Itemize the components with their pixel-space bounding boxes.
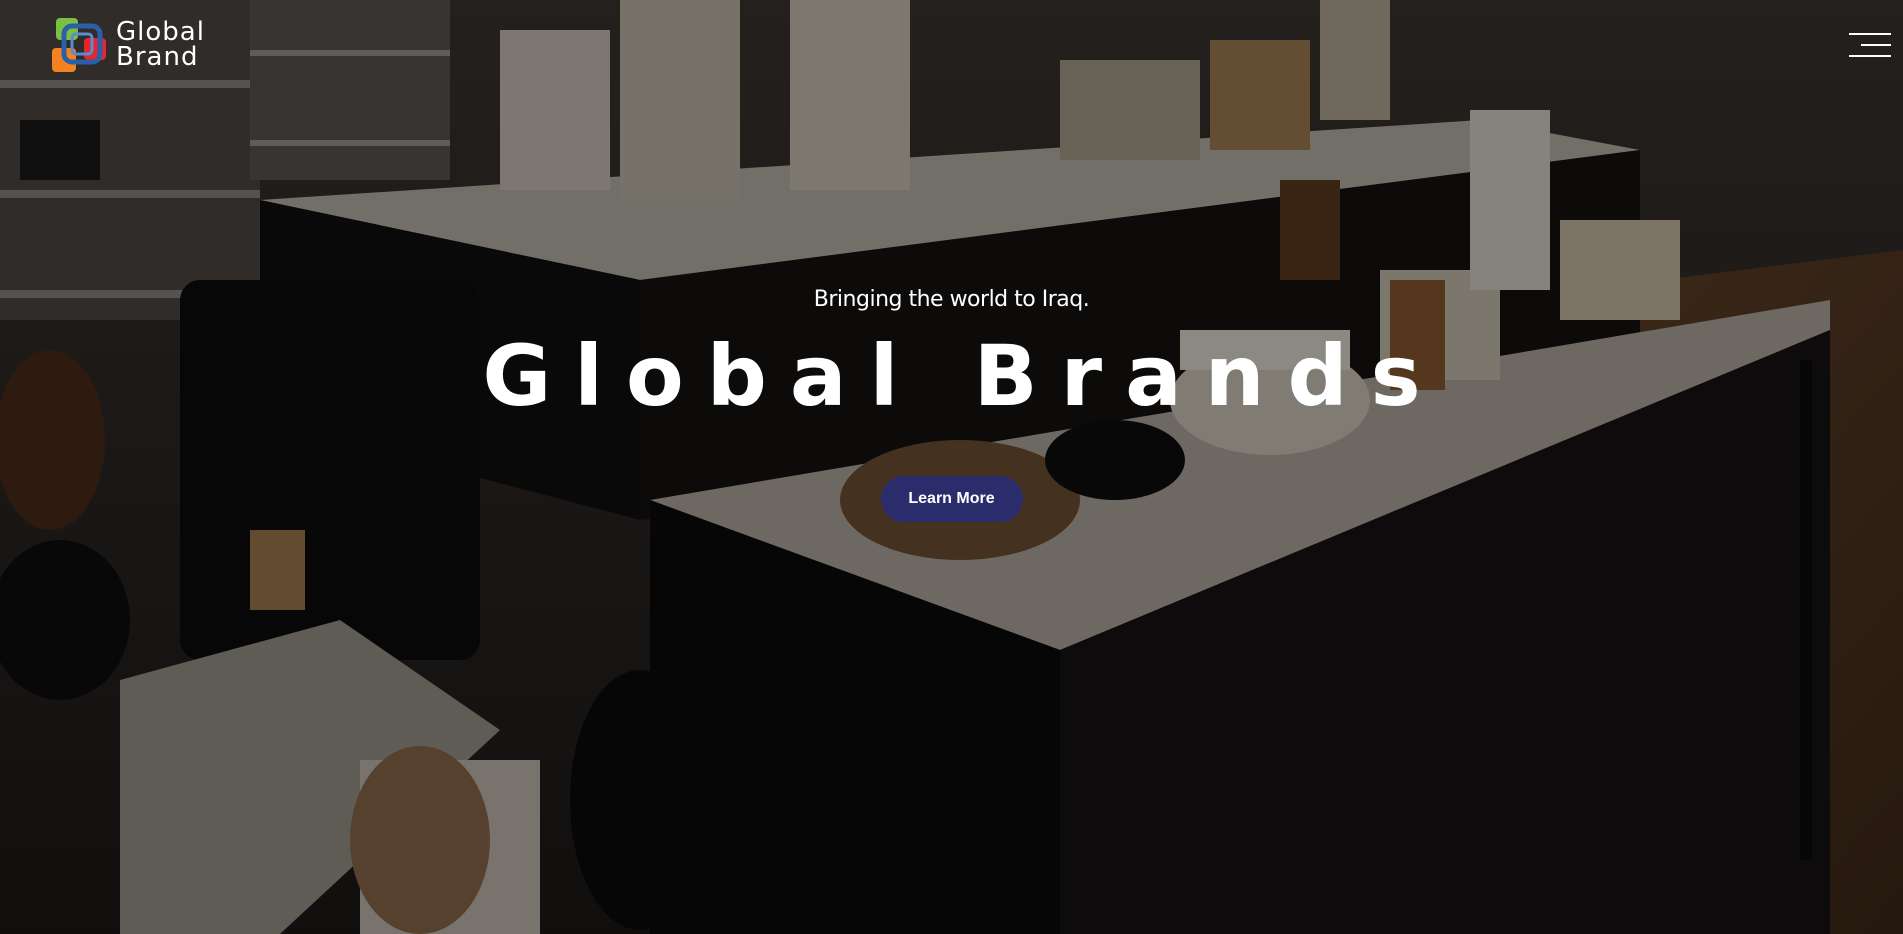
menu-bar-middle	[1861, 44, 1891, 46]
brand-logo[interactable]: Global Brand	[50, 16, 205, 74]
hero-section: Global Brand Bringing the world to Iraq.…	[0, 0, 1903, 934]
hero-content: Bringing the world to Iraq. Global Brand…	[0, 284, 1903, 522]
logo-line-2: Brand	[116, 42, 199, 72]
hero-tagline: Bringing the world to Iraq.	[813, 287, 1090, 312]
logo-wordmark: Global Brand	[116, 19, 205, 72]
hamburger-menu-icon[interactable]	[1849, 28, 1891, 62]
menu-bar-top	[1849, 33, 1891, 35]
menu-bar-bottom	[1849, 55, 1891, 57]
hero-title: Global Brands	[482, 327, 1444, 425]
learn-more-button[interactable]: Learn More	[880, 476, 1023, 522]
global-brand-logo-icon	[52, 18, 106, 72]
